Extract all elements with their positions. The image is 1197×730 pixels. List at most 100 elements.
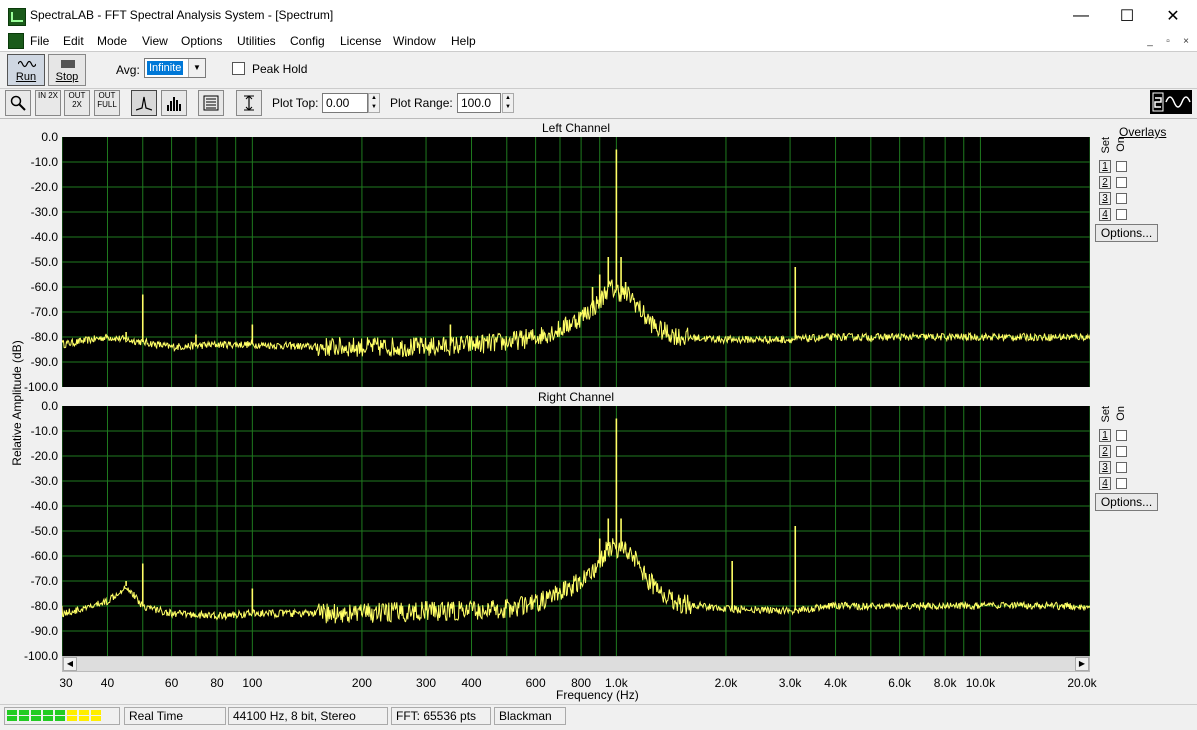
plot-range-stepper[interactable]: ▲ ▼ [502,93,514,113]
window-title: SpectraLAB - FFT Spectral Analysis Syste… [30,8,334,22]
peak-hold-checkbox[interactable] [232,62,245,75]
close-button[interactable]: ✕ [1150,0,1196,31]
overlay-on-checkbox[interactable] [1116,478,1127,489]
overlay-set-button[interactable]: 3 [1099,192,1111,205]
menu-file[interactable]: File [30,34,49,48]
y-tick-label: -30.0 [30,474,58,488]
menu-edit[interactable]: Edit [63,34,84,48]
plot-range-label: Plot Range: [390,96,453,110]
level-led [67,716,77,721]
status-mode: Real Time [124,707,226,725]
overlay-set-button[interactable]: 2 [1099,445,1111,458]
overlay-on-checkbox[interactable] [1116,446,1127,457]
overlay-set-header: Set [1100,137,1112,154]
menu-window[interactable]: Window [393,34,436,48]
y-tick-label: -40.0 [30,230,58,244]
menu-options[interactable]: Options [181,34,222,48]
stop-icon [61,60,75,68]
document-icon[interactable] [8,33,24,49]
menu-license[interactable]: License [340,34,381,48]
zoom-out-full-button[interactable]: OUT FULL [94,90,120,116]
minimize-button[interactable]: — [1058,0,1104,31]
overlay-set-button[interactable]: 3 [1099,461,1111,474]
x-tick-label: 20.0k [1067,676,1097,690]
y-tick-label: -10.0 [30,155,58,169]
avg-value: Infinite [147,61,184,75]
x-tick-label: 200 [351,676,372,690]
sine-wave-icon [18,60,36,68]
settings-panel-icon [203,95,219,111]
run-button[interactable]: Run [7,54,45,86]
zoom-out-2x-icon: OUT 2X [68,91,86,109]
menu-utilities[interactable]: Utilities [237,34,276,48]
overlay-on-checkbox[interactable] [1116,430,1127,441]
spectralab-logo-button[interactable] [1150,90,1192,114]
y-tick-label: -90.0 [30,624,58,638]
zoom-icon [10,95,26,111]
bar-graph-icon [167,97,181,111]
zoom-button[interactable] [5,90,31,116]
level-led [43,710,53,715]
line-graph-button[interactable] [131,90,157,116]
overlay-set-button[interactable]: 1 [1099,160,1111,173]
stop-button[interactable]: Stop [48,54,86,86]
plot-top-stepper[interactable]: ▲ ▼ [368,93,380,113]
level-led [43,716,53,721]
y-tick-label: -30.0 [30,205,58,219]
bar-graph-button[interactable] [161,90,187,116]
menu-help[interactable]: Help [451,34,476,48]
settings-panel-button[interactable] [198,90,224,116]
mdi-restore-button[interactable]: ▫ [1161,35,1175,49]
avg-select[interactable]: Infinite ▼ [144,58,206,78]
y-tick-label: -20.0 [30,180,58,194]
overlay-set-button[interactable]: 4 [1099,208,1111,221]
zoom-in-2x-icon: IN 2X [37,91,58,100]
x-tick-label: 6.0k [888,676,911,690]
level-led [7,710,17,715]
plot-range-input[interactable]: 100.0 [457,93,501,113]
autoscale-button[interactable] [236,90,262,116]
left-channel-title: Left Channel [541,121,611,135]
level-led [91,710,101,715]
overlay-set-button[interactable]: 4 [1099,477,1111,490]
scroll-left-button[interactable]: ◀ [63,657,77,671]
mdi-minimize-button[interactable]: _ [1143,35,1157,49]
menu-config[interactable]: Config [290,34,325,48]
y-tick-label: -60.0 [30,549,58,563]
menu-view[interactable]: View [142,34,168,48]
overlay-on-checkbox[interactable] [1116,209,1127,220]
x-tick-label: 40 [100,676,115,690]
right-channel-plot[interactable] [61,406,1091,656]
maximize-button[interactable]: ☐ [1104,0,1150,31]
overlay-on-checkbox[interactable] [1116,177,1127,188]
line-graph-icon [136,96,152,111]
x-tick-label: 600 [525,676,546,690]
zoom-out-2x-button[interactable]: OUT 2X [64,90,90,116]
plot-top-input[interactable]: 0.00 [322,93,368,113]
overlay-on-checkbox[interactable] [1116,161,1127,172]
overlay-options-button[interactable]: Options... [1095,493,1158,511]
overlay-options-button[interactable]: Options... [1095,224,1158,242]
overlay-on-checkbox[interactable] [1116,462,1127,473]
overlay-on-header: On [1115,406,1127,421]
overlay-set-button[interactable]: 1 [1099,429,1111,442]
overlay-on-checkbox[interactable] [1116,193,1127,204]
spectralab-logo-icon [1152,92,1191,112]
level-led [67,710,77,715]
plot-top-label: Plot Top: [272,96,319,110]
status-format: 44100 Hz, 8 bit, Stereo [228,707,388,725]
scroll-right-button[interactable]: ▶ [1075,657,1089,671]
overlay-set-button[interactable]: 2 [1099,176,1111,189]
left-channel-plot[interactable] [61,137,1091,387]
level-led [31,716,41,721]
zoom-in-2x-button[interactable]: IN 2X [35,90,61,116]
mdi-close-button[interactable]: × [1179,35,1193,49]
run-label: Run [15,71,37,83]
x-tick-label: 3.0k [778,676,802,690]
y-tick-label: -100.0 [23,649,58,663]
y-tick-label: -70.0 [30,305,58,319]
menu-mode[interactable]: Mode [97,34,127,48]
chevron-down-icon: ▼ [188,59,205,77]
stop-label: Stop [55,71,79,83]
frequency-scrollbar[interactable]: ◀ ▶ [62,656,1090,672]
